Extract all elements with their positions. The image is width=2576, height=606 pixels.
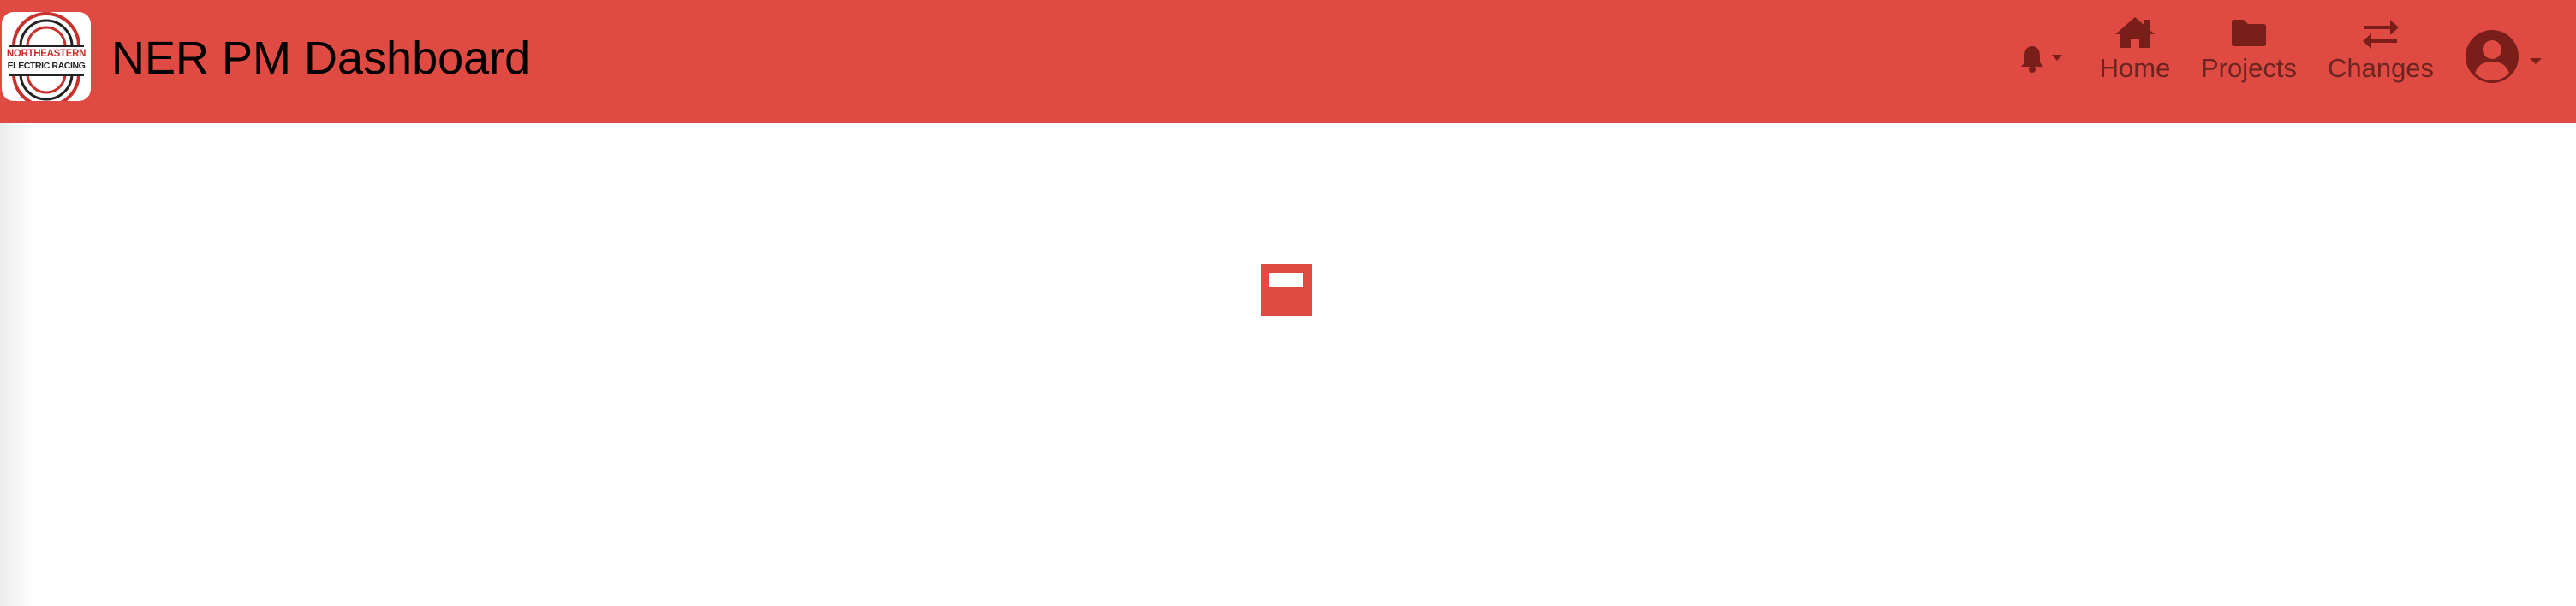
bell-icon [2021, 46, 2062, 73]
nav-changes[interactable]: Changes [2326, 15, 2436, 84]
top-navbar: NORTHEASTERN ELECTRIC RACING NER PM Dash… [0, 0, 2576, 123]
nav-home-label: Home [2099, 53, 2171, 83]
home-icon [2115, 17, 2155, 48]
notifications-dropdown[interactable] [2018, 43, 2067, 78]
nav-projects-label: Projects [2201, 53, 2297, 83]
nav-changes-label: Changes [2327, 53, 2435, 83]
logo-text-line1: NORTHEASTERN [6, 49, 86, 59]
logo-text-line2: ELECTRIC RACING [7, 61, 86, 71]
nav-home[interactable]: Home [2095, 15, 2175, 84]
profile-dropdown[interactable] [2463, 29, 2549, 88]
ner-logo[interactable]: NORTHEASTERN ELECTRIC RACING [2, 12, 91, 101]
folder-icon [2232, 20, 2266, 46]
chevron-down-icon [2530, 58, 2542, 64]
chevron-down-icon [2052, 55, 2062, 61]
loading-indicator [1261, 264, 1312, 316]
user-circle-icon [2466, 30, 2542, 83]
nav-projects[interactable]: Projects [2197, 15, 2300, 84]
left-edge-shadow [0, 123, 34, 606]
exchange-arrows-icon [2363, 20, 2399, 49]
app-title[interactable]: NER PM Dashboard [111, 31, 530, 86]
loader-inner [1269, 273, 1303, 287]
